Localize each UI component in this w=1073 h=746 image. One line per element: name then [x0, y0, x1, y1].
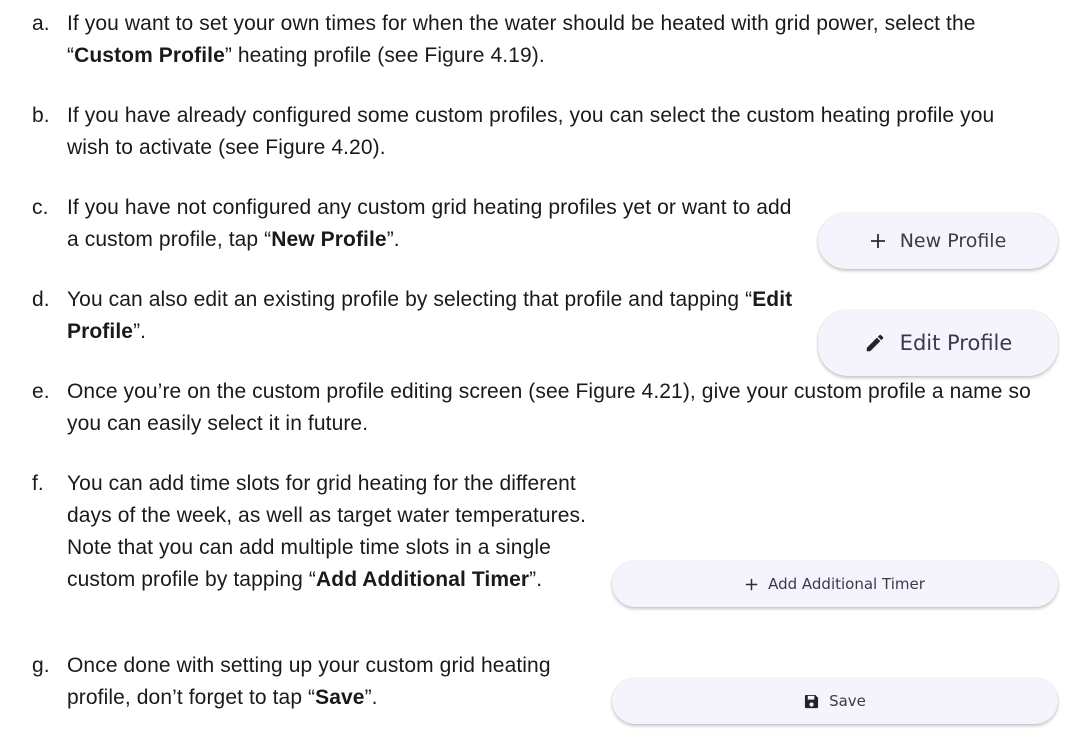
item-text: If you have already configured some cust…	[67, 100, 1042, 164]
text-run: You can also edit an existing profile by…	[67, 288, 753, 311]
pencil-icon	[864, 332, 886, 354]
item-letter: f.	[32, 472, 44, 495]
edit-profile-button[interactable]: Edit Profile	[818, 310, 1058, 376]
bold-term: Custom Profile	[74, 44, 225, 67]
add-additional-timer-label: Add Additional Timer	[768, 575, 925, 593]
text-run: ”.	[529, 568, 543, 591]
edit-profile-label: Edit Profile	[899, 331, 1013, 355]
list-item-a: a. If you want to set your own times for…	[32, 8, 1042, 72]
item-letter: c.	[32, 196, 49, 219]
text-run: If you have already configured some cust…	[67, 104, 995, 159]
bold-term: Save	[315, 686, 365, 709]
add-additional-timer-button[interactable]: Add Additional Timer	[612, 561, 1058, 607]
text-run: ” heating profile (see Figure 4.19).	[224, 44, 545, 67]
item-letter: a.	[32, 12, 50, 35]
list-item-c: c. If you have not configured any custom…	[32, 192, 802, 256]
list-item-d: d. You can also edit an existing profile…	[32, 284, 802, 348]
text-run: Once you’re on the custom profile editin…	[67, 380, 1031, 435]
text-run: Once done with setting up your custom gr…	[67, 654, 551, 709]
text-run: ”.	[386, 228, 400, 251]
bold-term: Add Additional Timer	[316, 568, 530, 591]
bold-term: New Profile	[271, 228, 387, 251]
item-text: Once done with setting up your custom gr…	[67, 650, 592, 714]
item-text: If you want to set your own times for wh…	[67, 8, 1042, 72]
save-button[interactable]: Save	[612, 678, 1058, 724]
text-run: ”.	[364, 686, 378, 709]
save-label: Save	[829, 692, 866, 710]
floppy-disk-icon	[804, 694, 819, 709]
item-letter: b.	[32, 104, 50, 127]
new-profile-label: New Profile	[899, 230, 1007, 252]
item-text: You can also edit an existing profile by…	[67, 284, 802, 348]
item-letter: g.	[32, 654, 50, 677]
item-text: Once you’re on the custom profile editin…	[67, 376, 1042, 440]
plus-icon	[870, 233, 886, 249]
text-run: If you have not configured any custom gr…	[67, 196, 792, 251]
text-run: ”.	[133, 320, 147, 343]
item-letter: d.	[32, 288, 50, 311]
list-item-b: b. If you have already configured some c…	[32, 100, 1042, 164]
item-text: If you have not configured any custom gr…	[67, 192, 802, 256]
item-letter: e.	[32, 380, 50, 403]
item-text-full-width: You can add time slots for grid heating …	[67, 472, 586, 591]
new-profile-button[interactable]: New Profile	[818, 213, 1058, 269]
list-item-g: g. Once done with setting up your custom…	[32, 650, 592, 714]
list-item-e: e. Once you’re on the custom profile edi…	[32, 376, 1042, 440]
plus-icon	[745, 578, 758, 591]
